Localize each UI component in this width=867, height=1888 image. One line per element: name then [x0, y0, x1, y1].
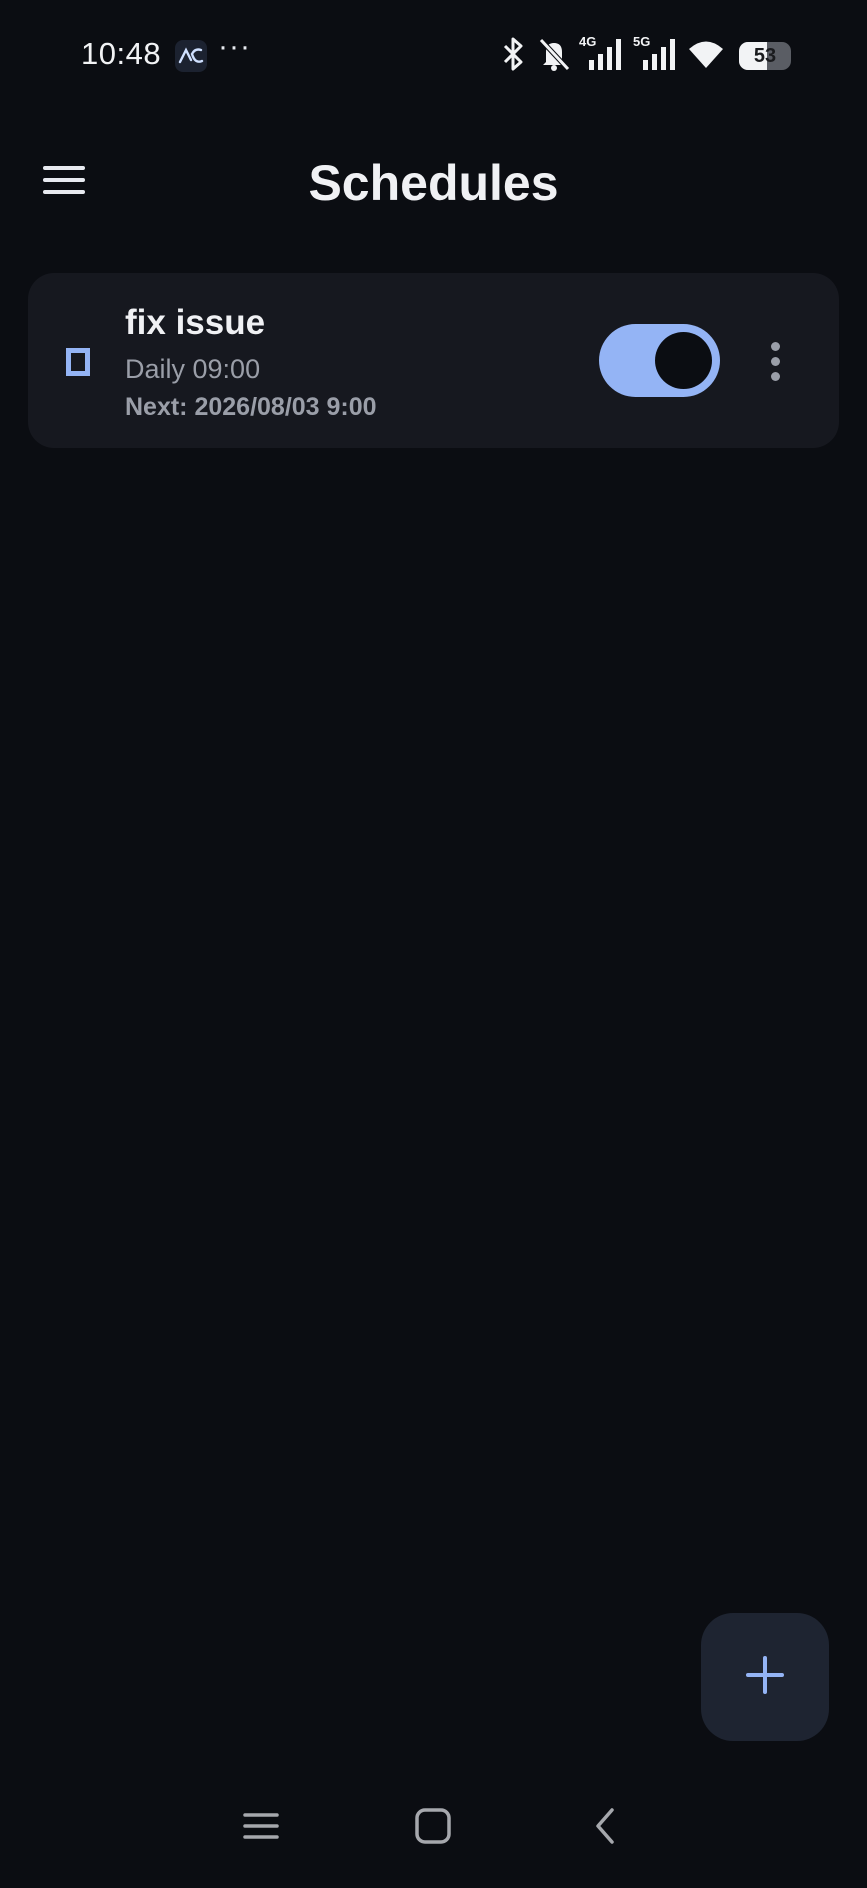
svg-text:4G: 4G: [579, 34, 596, 49]
svg-text:5G: 5G: [633, 34, 650, 49]
status-time: 10:48: [81, 36, 162, 71]
task-icon: [66, 348, 90, 376]
schedule-card[interactable]: fix issue Daily 09:00 Next: 2026/08/03 9…: [28, 273, 839, 448]
status-bar: 10:48 ··· 4G 5G 53: [0, 0, 867, 110]
wifi-icon: [687, 38, 725, 75]
pulse-icon: [175, 40, 207, 72]
system-nav-bar: [0, 1778, 867, 1888]
status-icons: 4G 5G 53: [497, 34, 791, 79]
recents-icon[interactable]: [231, 1796, 291, 1856]
app-bar: Schedules: [0, 130, 867, 230]
plus-icon: [745, 1655, 785, 1700]
more-dot: [770, 341, 780, 351]
more-dot: [770, 371, 780, 381]
schedule-frequency: Daily 09:00: [125, 354, 261, 384]
schedules-screen: 10:48 ··· 4G 5G 53 Schedules fix issue D…: [0, 0, 867, 1888]
page-title: Schedules: [308, 155, 559, 211]
more-dot: [770, 356, 780, 366]
toggle-knob: [655, 332, 712, 389]
battery-icon: 53: [739, 42, 791, 70]
battery-level: 53: [753, 45, 777, 67]
signal-4g-icon: 4G: [579, 34, 625, 79]
schedule-next-run: Next: 2026/08/03 9:00: [125, 393, 377, 421]
bluetooth-icon: [497, 36, 529, 77]
more-options-icon[interactable]: [754, 333, 796, 389]
schedule-title: fix issue: [125, 303, 266, 342]
back-icon[interactable]: [575, 1796, 635, 1856]
schedule-enabled-toggle[interactable]: [599, 324, 720, 397]
home-icon[interactable]: [403, 1796, 463, 1856]
add-schedule-button[interactable]: [701, 1613, 829, 1741]
notification-overflow: ···: [218, 30, 251, 63]
signal-5g-icon: 5G: [633, 34, 679, 79]
bell-off-icon: [537, 36, 571, 77]
